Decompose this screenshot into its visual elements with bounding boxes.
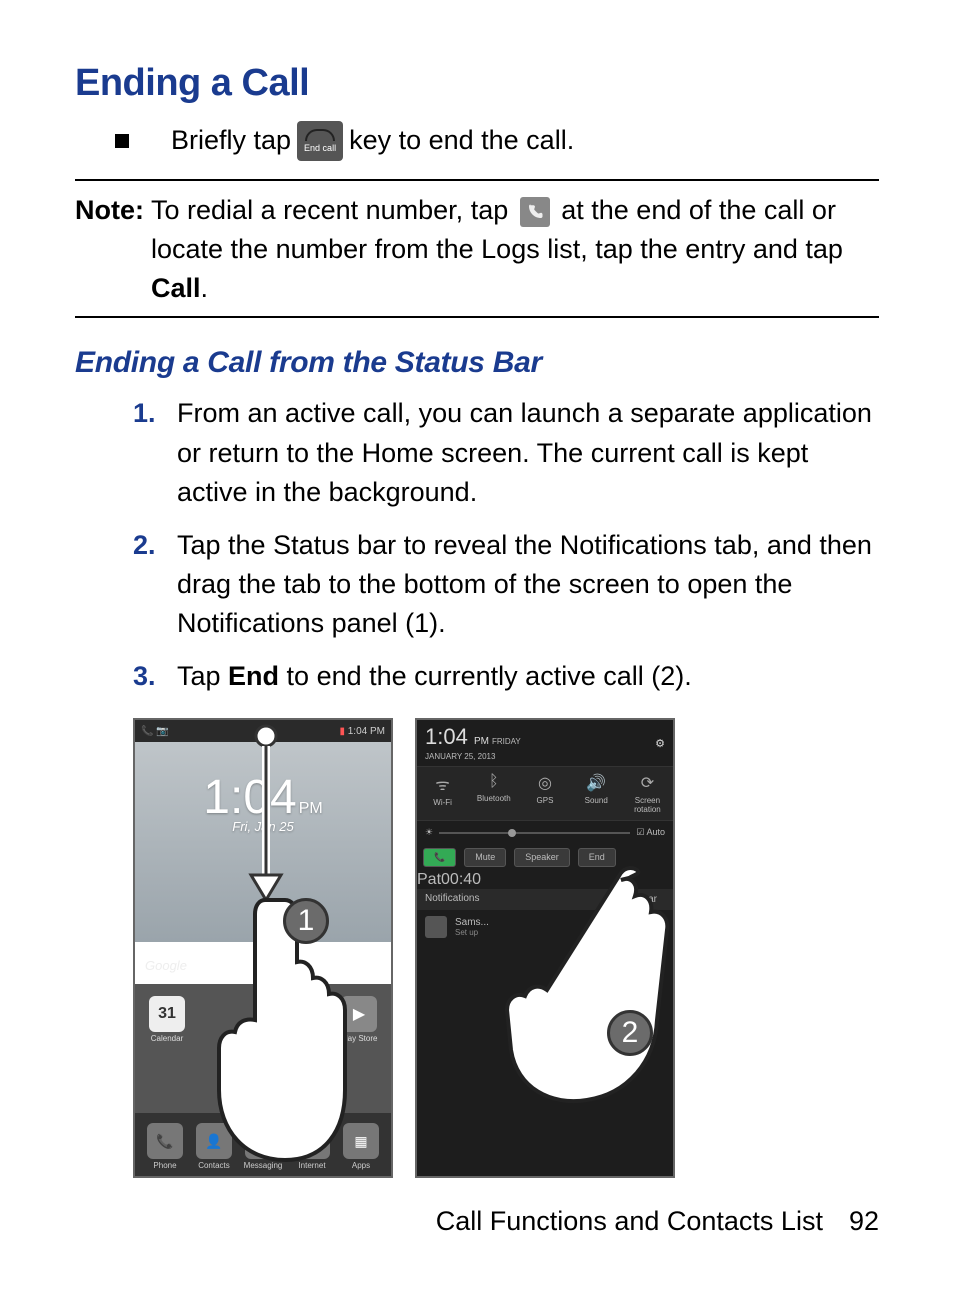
note-line2-after: . (201, 273, 209, 303)
step-bold: End (228, 661, 279, 691)
gps-icon: ◎ (519, 773, 570, 793)
dock: 📞Phone 👤Contacts ✉Messaging 🌐Internet ▦A… (135, 1113, 391, 1176)
screenshot-2: 1:04 PM FRIDAYJANUARY 25, 2013 ⚙ ᯤWi-Fi … (415, 718, 675, 1178)
step-num: 1. (133, 394, 156, 433)
step-1: 1. From an active call, you can launch a… (133, 394, 879, 511)
step-text: Tap the Status bar to reveal the Notific… (177, 530, 872, 638)
home-icon-playstore: ▶ Play Store (337, 996, 381, 1043)
bullet-text-after: key to end the call. (349, 123, 574, 158)
note-label: Note: (75, 195, 144, 225)
page-footer: Call Functions and Contacts List 92 (436, 1206, 879, 1237)
notification-item: Sams...Set up (417, 910, 673, 944)
phone-icon: 📞 (423, 848, 456, 867)
note-block: Note: To redial a recent number, tap at … (75, 191, 879, 308)
end-button: End (578, 848, 616, 867)
bullet-text-before: Briefly tap (171, 123, 291, 158)
sound-icon: 🔊 (571, 773, 622, 793)
note-line1-before: To redial a recent number, tap (144, 195, 516, 225)
step-3: 3. Tap End to end the currently active c… (133, 657, 879, 696)
step-text-before: Tap (177, 661, 228, 691)
footer-section: Call Functions and Contacts List (436, 1206, 823, 1237)
note-line1-after: at the end of the call or (561, 195, 836, 225)
step-text-after: to end the currently active call (2). (279, 661, 692, 691)
status-time: ▮ 1:04 PM (339, 726, 385, 737)
status-left-icons: 📞 📷 (141, 726, 169, 737)
redial-icon (520, 197, 550, 227)
settings-icon: ⚙ (655, 737, 665, 750)
callout-2: 2 (607, 1010, 653, 1056)
page-heading: Ending a Call (75, 62, 879, 105)
caller-name: Pat (417, 871, 441, 888)
clock-widget: 1:04PM Fri, Jan 25 (135, 770, 391, 834)
divider-top (75, 179, 879, 181)
call-duration: 00:40 (441, 871, 481, 888)
divider-bottom (75, 316, 879, 318)
bluetooth-icon: ᛒ (468, 773, 519, 791)
clear-button: Clear (625, 893, 665, 906)
footer-page-number: 92 (849, 1206, 879, 1237)
brightness-slider: ☀ ☑ Auto (417, 821, 673, 844)
step-text: From an active call, you can launch a se… (177, 398, 872, 506)
google-search-bar: Google (135, 950, 391, 984)
wifi-icon: ᯤ (417, 773, 468, 795)
notifications-label: Notifications (425, 893, 479, 906)
end-call-icon: End call (297, 121, 343, 161)
ongoing-call-controls: 📞 Mute Speaker End (417, 844, 673, 871)
steps-list: 1. From an active call, you can launch a… (75, 394, 879, 696)
home-icon-calendar: 31 Calendar (145, 996, 189, 1043)
end-call-icon-label: End call (304, 143, 336, 155)
step-num: 3. (133, 657, 156, 696)
speaker-button: Speaker (514, 848, 570, 867)
quick-toggles: ᯤWi-Fi ᛒBluetooth ◎GPS 🔊Sound ⟳Screen ro… (417, 766, 673, 821)
home-widget-area: 1:04PM Fri, Jan 25 (135, 742, 391, 942)
brightness-icon: ☀ (425, 827, 433, 838)
rotate-icon: ⟳ (622, 773, 673, 793)
step-num: 2. (133, 526, 156, 565)
note-line2-before: locate the number from the Logs list, ta… (151, 234, 843, 264)
note-call-bold: Call (151, 273, 201, 303)
status-bar: 📞 📷 ▮ 1:04 PM (135, 720, 391, 742)
bullet-item: Briefly tap End call key to end the call… (115, 121, 879, 161)
mute-button: Mute (464, 848, 506, 867)
bullet-marker (115, 134, 129, 148)
sub-heading: Ending a Call from the Status Bar (75, 346, 879, 380)
screenshot-1: 📞 📷 ▮ 1:04 PM 1:04PM Fri, Jan 25 Google … (133, 718, 393, 1178)
step-2: 2. Tap the Status bar to reveal the Noti… (133, 526, 879, 643)
